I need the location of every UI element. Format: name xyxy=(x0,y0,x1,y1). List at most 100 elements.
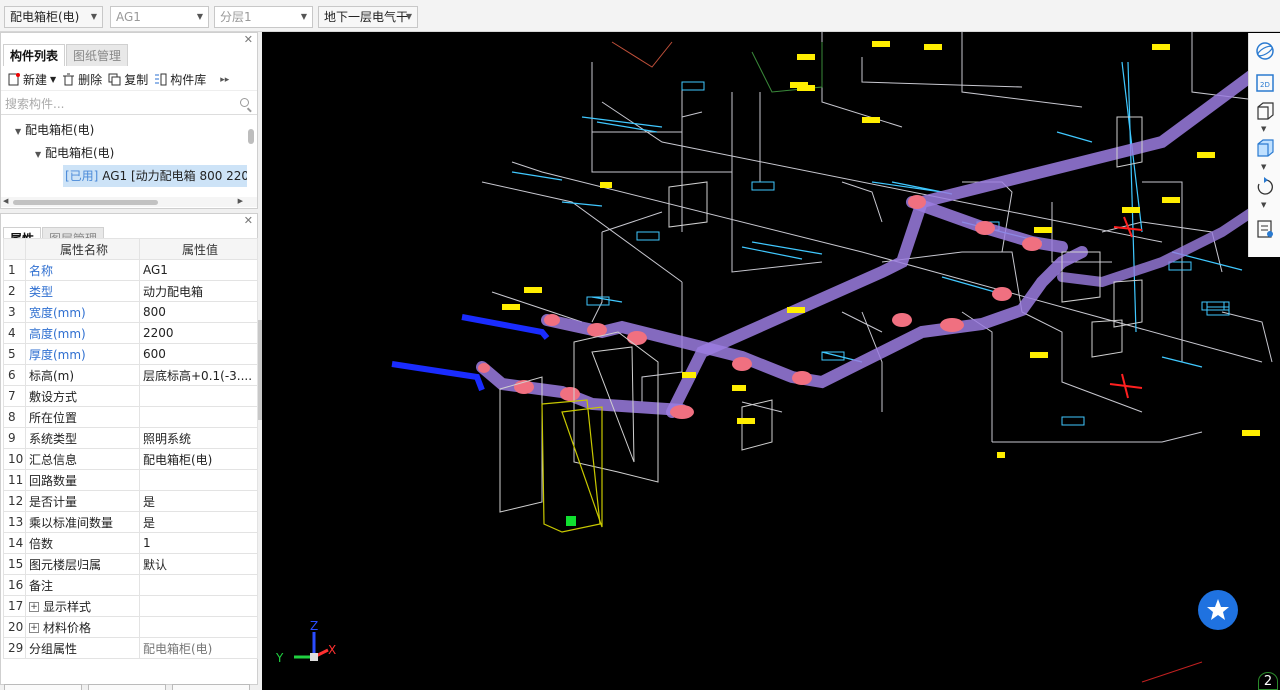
3d-viewport[interactable]: Z X Y xyxy=(262,32,1280,690)
property-value[interactable] xyxy=(139,616,258,638)
layer-combo[interactable]: 分层1 ▼ xyxy=(214,6,313,28)
property-name: 宽度(mm) xyxy=(25,301,140,323)
axis-x-label: X xyxy=(328,643,336,657)
chevron-down-icon: ▼ xyxy=(90,12,97,21)
property-row[interactable]: 13 乘以标准间数量是 xyxy=(3,511,258,533)
scroll-right-icon[interactable]: ▶ xyxy=(238,197,243,205)
property-value[interactable]: 层底标高+0.1(-3.... xyxy=(139,364,258,386)
more-icon[interactable]: ▸▸ xyxy=(220,75,229,85)
delete-button[interactable]: 删除 xyxy=(62,71,102,88)
tab-drawing-management[interactable]: 图纸管理 xyxy=(66,44,129,66)
property-value[interactable]: 2200 xyxy=(139,322,258,344)
property-row[interactable]: 4 高度(mm) 2200 xyxy=(3,322,258,344)
property-value[interactable]: 是 xyxy=(139,511,258,533)
chevron-down-icon[interactable]: ▼ xyxy=(1261,201,1266,209)
property-name: 是否计量 xyxy=(25,490,140,512)
scroll-thumb[interactable] xyxy=(13,200,158,205)
property-value[interactable]: 动力配电箱 xyxy=(139,280,258,302)
property-row[interactable]: 12 是否计量是 xyxy=(3,490,258,512)
property-value[interactable] xyxy=(139,406,258,428)
property-value[interactable]: 是 xyxy=(139,490,258,512)
wireframe-lines xyxy=(481,32,1273,443)
property-row[interactable]: 2 类型 动力配电箱 xyxy=(3,280,258,302)
property-name: 厚度(mm) xyxy=(25,343,140,365)
3d-solid-icon[interactable] xyxy=(1255,138,1275,158)
chevron-down-icon: ▼ xyxy=(15,127,22,136)
new-button[interactable]: 新建 ▼ xyxy=(7,71,56,88)
blue-pipe xyxy=(461,314,550,340)
tree-node-selected[interactable]: [已用] AG1 [动力配电箱 800 220 xyxy=(63,165,247,187)
property-row[interactable]: 1 名称 AG1 xyxy=(3,259,258,281)
property-value[interactable] xyxy=(139,595,258,617)
search-placeholder: 搜索构件... xyxy=(5,97,65,111)
property-row[interactable]: 11 回路数量 xyxy=(3,469,258,491)
property-value[interactable]: 配电箱柜(电) xyxy=(139,637,258,659)
library-button[interactable]: 构件库 xyxy=(154,71,206,88)
property-value[interactable]: 1 xyxy=(139,532,258,554)
component-search-input[interactable]: 搜索构件... xyxy=(1,93,257,115)
expand-icon[interactable]: + xyxy=(29,602,39,612)
property-index: 2 xyxy=(3,280,26,302)
property-row[interactable]: 16 备注 xyxy=(3,574,258,596)
property-name-text: 显示样式 xyxy=(43,599,92,614)
property-index: 6 xyxy=(3,364,26,386)
copy-button[interactable]: 复制 xyxy=(108,71,148,88)
chevron-down-icon: ▼ xyxy=(196,12,203,21)
floor-badge[interactable]: 2 xyxy=(1258,672,1278,690)
property-name: 敷设方式 xyxy=(25,385,140,407)
drawing-combo[interactable]: 地下一层电气干 ▼ xyxy=(318,6,418,28)
close-icon[interactable]: ✕ xyxy=(244,214,253,227)
rotate-icon[interactable] xyxy=(1255,177,1275,197)
property-value[interactable]: 600 xyxy=(139,343,258,365)
property-header-row: 属性名称 属性值 xyxy=(3,238,258,260)
combo-value: AG1 xyxy=(116,10,141,24)
property-row[interactable]: 29 分组属性 配电箱柜(电) xyxy=(3,637,258,659)
tree-horizontal-scrollbar[interactable]: ◀ ▶ xyxy=(1,197,257,207)
property-row[interactable]: 6 标高(m) 层底标高+0.1(-3.... xyxy=(3,364,258,386)
tab-component-list[interactable]: 构件列表 xyxy=(3,44,66,66)
chevron-down-icon[interactable]: ▼ xyxy=(1261,163,1266,171)
component-type-combo[interactable]: 配电箱柜(电) ▼ xyxy=(4,6,103,28)
property-value[interactable]: AG1 xyxy=(139,259,258,281)
property-row[interactable]: 5 厚度(mm) 600 xyxy=(3,343,258,365)
orbit-icon[interactable] xyxy=(1255,41,1275,61)
property-row[interactable]: 17 + 显示样式 xyxy=(3,595,258,617)
property-row[interactable]: 3 宽度(mm) 800 xyxy=(3,301,258,323)
3d-box-icon[interactable] xyxy=(1255,101,1275,121)
chevron-down-icon: ▼ xyxy=(405,12,412,21)
tree-scrollbar[interactable] xyxy=(248,129,254,144)
scroll-left-icon[interactable]: ◀ xyxy=(3,197,8,205)
component-name-combo[interactable]: AG1 ▼ xyxy=(110,6,209,28)
tree-node-root[interactable]: ▼ 配电箱柜(电) xyxy=(15,121,94,138)
property-value[interactable] xyxy=(139,469,258,491)
favorite-button[interactable] xyxy=(1198,590,1238,630)
expand-icon[interactable]: + xyxy=(29,623,39,633)
close-icon[interactable]: ✕ xyxy=(244,33,253,46)
search-icon[interactable] xyxy=(240,98,249,107)
blue-pipe xyxy=(391,361,485,392)
property-value[interactable]: 配电箱柜(电) xyxy=(139,448,258,470)
property-value[interactable] xyxy=(139,385,258,407)
layer-view-icon[interactable] xyxy=(1255,219,1275,239)
property-row[interactable]: 9 系统类型 照明系统 xyxy=(3,427,258,449)
copy-label: 复制 xyxy=(124,73,149,87)
2d-view-icon[interactable]: 2D xyxy=(1255,73,1275,93)
new-file-icon xyxy=(7,73,20,86)
property-row[interactable]: 7 敷设方式 xyxy=(3,385,258,407)
property-name: + 显示样式 xyxy=(25,595,140,617)
property-value[interactable]: 800 xyxy=(139,301,258,323)
property-row[interactable]: 10 汇总信息 配电箱柜(电) xyxy=(3,448,258,470)
library-label: 构件库 xyxy=(170,73,207,87)
property-value[interactable]: 默认 xyxy=(139,553,258,575)
chevron-down-icon[interactable]: ▼ xyxy=(1261,125,1266,133)
property-row[interactable]: 20 + 材料价格 xyxy=(3,616,258,638)
property-row[interactable]: 8 所在位置 xyxy=(3,406,258,428)
property-index: 11 xyxy=(3,469,26,491)
view-toolbar: 2D ▼ ▼ ▼ xyxy=(1248,33,1280,257)
property-row[interactable]: 14 倍数 1 xyxy=(3,532,258,554)
property-value[interactable]: 照明系统 xyxy=(139,427,258,449)
property-row[interactable]: 15 图元楼层归属 默认 xyxy=(3,553,258,575)
tree-node-label: AG1 [动力配电箱 800 220 xyxy=(102,169,247,183)
tree-node-child[interactable]: ▼ 配电箱柜(电) xyxy=(35,144,114,161)
property-value[interactable] xyxy=(139,574,258,596)
